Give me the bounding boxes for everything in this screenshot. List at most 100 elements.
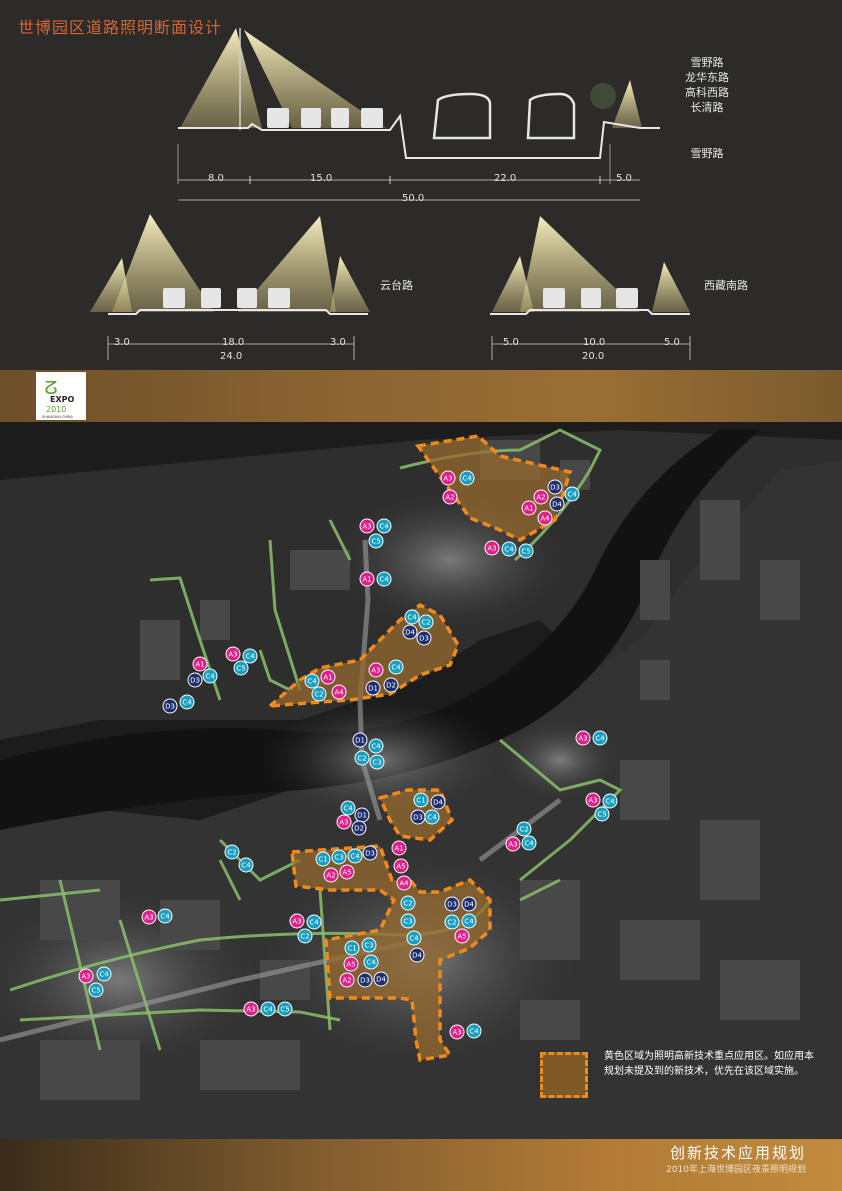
expo-logo-mark: ⵒ EXPO 2010 SHANGHAI CHINA — [42, 378, 74, 419]
tech-badge-d3: D3 — [187, 672, 203, 688]
svg-text:C4: C4 — [99, 971, 109, 979]
svg-text:A5: A5 — [457, 933, 466, 941]
bus-icon — [267, 108, 289, 128]
road-label: 雪野路 — [690, 56, 724, 69]
svg-text:D3: D3 — [190, 677, 200, 685]
dim-label: 8.0 — [208, 173, 224, 184]
tech-badge-c4: C4 — [461, 913, 477, 929]
tech-badge-c1: C1 — [413, 792, 429, 808]
bus-icon — [361, 108, 383, 128]
svg-text:A3: A3 — [144, 914, 153, 922]
tech-badge-c4: C4 — [592, 730, 608, 746]
svg-text:D3: D3 — [360, 977, 370, 985]
tech-badge-c4: C4 — [388, 659, 404, 675]
svg-text:A1: A1 — [524, 505, 533, 513]
tech-badge-c3: C3 — [400, 913, 416, 929]
tech-badge-c4: C4 — [363, 954, 379, 970]
night-map[interactable]: A3 C4 A2 D3 C4 A2 D4 A1 A4 A3 C4 C5 A3 C4 C5 A1 C4 C4 C2 D4… — [0, 422, 842, 1139]
tech-badge-d4: D4 — [373, 971, 389, 987]
tech-badge-d3: D3 — [444, 896, 460, 912]
tech-badge-d4: D4 — [409, 947, 425, 963]
svg-text:C5: C5 — [371, 538, 380, 546]
svg-text:A1: A1 — [362, 576, 371, 584]
road-label: 高科西路 — [685, 86, 729, 99]
tech-badge-c4: C4 — [340, 800, 356, 816]
road-label-xizang: 西藏南路 — [704, 279, 748, 292]
light-cone — [612, 80, 642, 128]
tech-badge-a3: A3 — [289, 913, 305, 929]
bus-icon — [581, 288, 601, 308]
svg-text:C4: C4 — [469, 1028, 479, 1036]
footer-title: 创新技术应用规划 — [669, 1144, 806, 1162]
svg-text:C1: C1 — [318, 856, 327, 864]
svg-text:C4: C4 — [407, 614, 417, 622]
svg-text:D3: D3 — [413, 814, 423, 822]
svg-text:D4: D4 — [376, 976, 386, 984]
cross-section-panel: 世博园区道路照明断面设计 雪野路 龙华东路 高科西路 长清路 雪野路 8.0 1… — [0, 0, 842, 370]
light-cone — [180, 28, 262, 128]
svg-text:A1: A1 — [323, 674, 332, 682]
svg-text:D4: D4 — [464, 901, 474, 909]
svg-text:C4: C4 — [504, 546, 514, 554]
svg-text:A3: A3 — [578, 735, 587, 743]
svg-text:D3: D3 — [447, 901, 457, 909]
tech-badge-d1: D1 — [365, 680, 381, 696]
dim-label: 15.0 — [310, 173, 333, 184]
tech-badge-c4: C4 — [202, 668, 218, 684]
svg-text:A3: A3 — [371, 667, 380, 675]
svg-text:C4: C4 — [309, 919, 319, 927]
svg-text:C4: C4 — [462, 475, 472, 483]
svg-text:C3: C3 — [334, 854, 343, 862]
tech-badge-a2: A2 — [442, 489, 458, 505]
svg-text:C4: C4 — [464, 918, 474, 926]
svg-text:C4: C4 — [391, 664, 401, 672]
dim-total: 20.0 — [582, 351, 605, 362]
tech-badge-a1: A1 — [391, 840, 407, 856]
tech-badge-c4: C4 — [306, 914, 322, 930]
tech-badge-c4: C4 — [157, 908, 173, 924]
tech-badge-c2: C2 — [311, 686, 327, 702]
train-icon — [432, 92, 492, 140]
tech-badge-d4: D4 — [549, 496, 565, 512]
tech-badge-d4: D4 — [402, 624, 418, 640]
svg-text:C4: C4 — [366, 959, 376, 967]
svg-text:A1: A1 — [394, 845, 403, 853]
svg-text:D1: D1 — [355, 737, 365, 745]
tech-badge-c4: C4 — [564, 486, 580, 502]
svg-text:C4: C4 — [567, 491, 577, 499]
tech-badge-c2: C2 — [418, 614, 434, 630]
tech-badge-c1: C1 — [315, 851, 331, 867]
svg-text:A2: A2 — [445, 494, 454, 502]
bus-icon — [163, 288, 185, 308]
svg-text:C4: C4 — [371, 743, 381, 751]
svg-text:D3: D3 — [165, 703, 175, 711]
svg-text:A1: A1 — [195, 661, 204, 669]
svg-text:A4: A4 — [540, 515, 550, 523]
tech-badge-c5: C5 — [368, 533, 384, 549]
svg-text:C2: C2 — [447, 919, 456, 927]
tech-badge-c4: C4 — [501, 541, 517, 557]
tech-badge-c5: C5 — [518, 543, 534, 559]
tech-badge-a5: A5 — [343, 956, 359, 972]
tech-badge-a4: A4 — [537, 510, 553, 526]
svg-text:A3: A3 — [362, 523, 371, 531]
svg-text:A2: A2 — [326, 872, 335, 880]
svg-text:D4: D4 — [552, 501, 562, 509]
svg-text:D2: D2 — [354, 825, 364, 833]
svg-text:C4: C4 — [307, 678, 317, 686]
tech-badge-c4: C4 — [424, 809, 440, 825]
svg-text:C4: C4 — [595, 735, 605, 743]
tech-badge-c4: C4 — [376, 571, 392, 587]
svg-text:D4: D4 — [433, 799, 443, 807]
svg-text:SHANGHAI CHINA: SHANGHAI CHINA — [42, 415, 73, 419]
svg-text:A3: A3 — [292, 918, 301, 926]
light-cone — [330, 256, 370, 312]
tech-badge-c4: C4 — [459, 470, 475, 486]
dim-label: 5.0 — [616, 173, 632, 184]
svg-text:C4: C4 — [343, 805, 353, 813]
tech-badge-a2: A2 — [533, 489, 549, 505]
tech-badge-c4: C4 — [304, 673, 320, 689]
svg-text:C4: C4 — [245, 653, 255, 661]
tech-badge-a3: A3 — [243, 1001, 259, 1017]
tech-badge-d3: D3 — [547, 479, 563, 495]
